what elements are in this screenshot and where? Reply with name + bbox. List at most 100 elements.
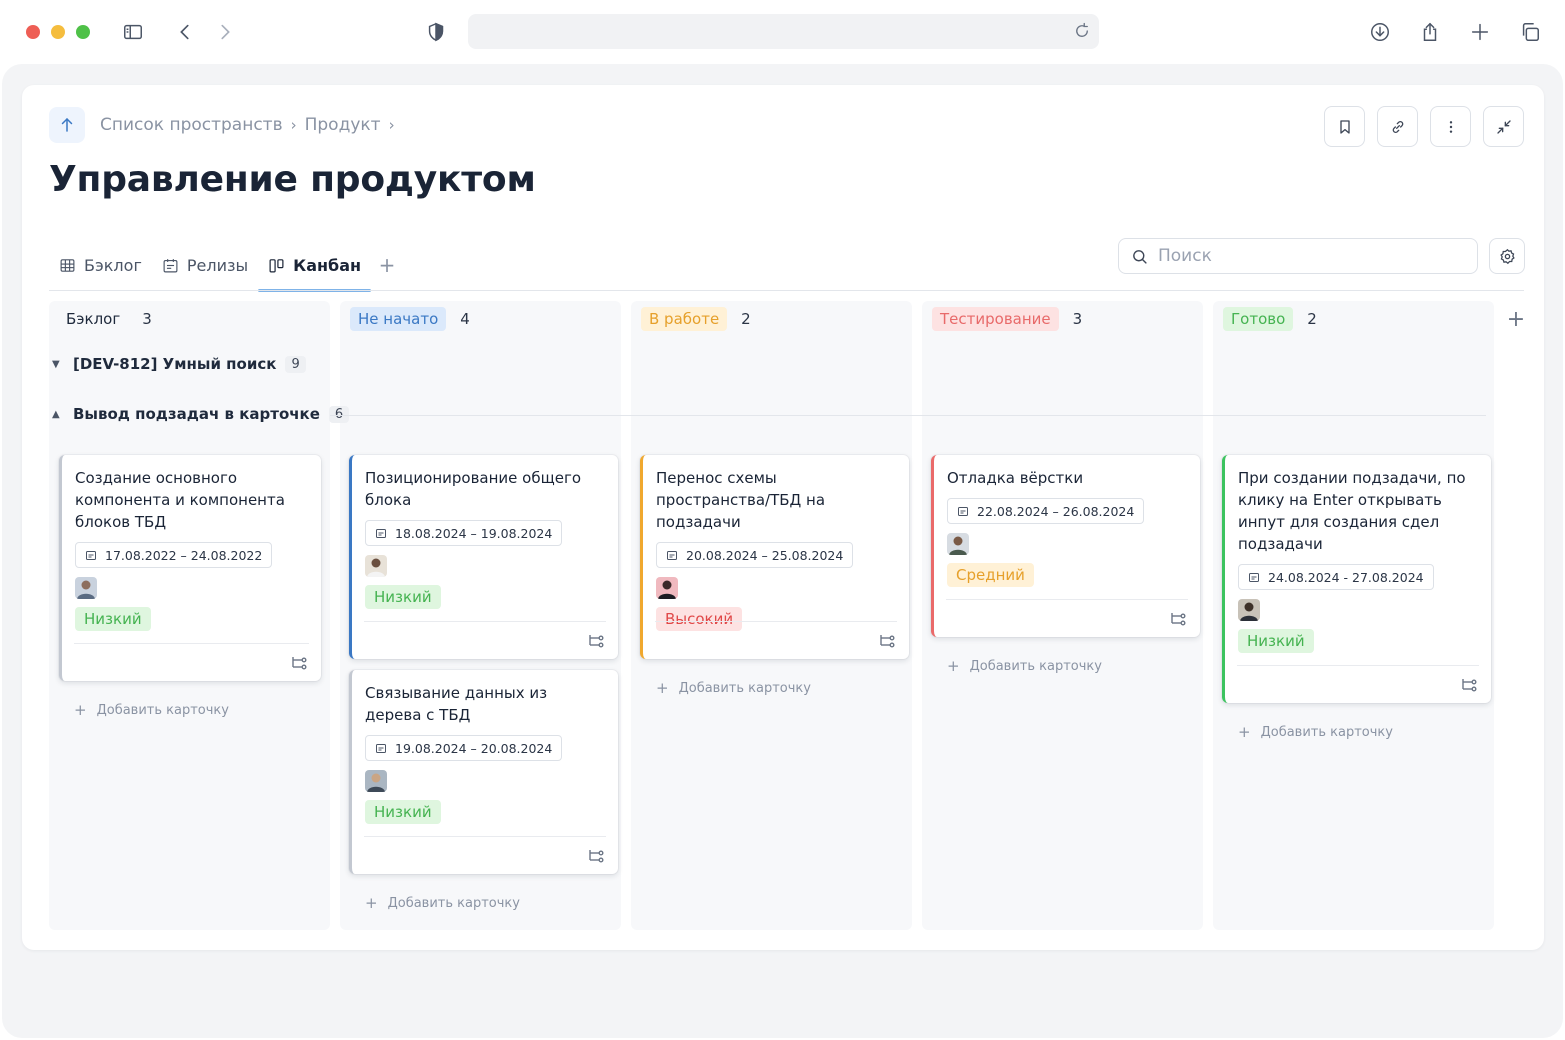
column-count: 2 [1307, 310, 1317, 328]
avatar[interactable] [656, 577, 678, 599]
share-icon[interactable] [1416, 18, 1444, 46]
swimlane-header-subtasks[interactable]: ▲ Вывод подзадач в карточке 6 [52, 405, 350, 423]
add-card-button[interactable]: + Добавить карточку [74, 701, 229, 719]
task-card[interactable]: Отладка вёрстки 22.08.2024 – 26.08.2024 … [931, 455, 1200, 637]
add-tab-button[interactable]: + [371, 239, 403, 291]
priority-badge: Низкий [365, 585, 441, 609]
calendar-icon [163, 258, 178, 272]
maximize-window-button[interactable] [76, 25, 90, 39]
subtasks-icon[interactable] [588, 634, 604, 648]
close-window-button[interactable] [26, 25, 40, 39]
plus-icon: + [74, 701, 87, 719]
forward-arrow-icon[interactable] [211, 18, 239, 46]
chevron-right-icon: › [388, 116, 395, 134]
date-range[interactable]: 22.08.2024 – 26.08.2024 [947, 498, 1145, 524]
date-range[interactable]: 19.08.2024 – 20.08.2024 [365, 735, 563, 761]
back-arrow-icon[interactable] [171, 18, 199, 46]
date-range-text: 19.08.2024 – 20.08.2024 [395, 740, 553, 756]
more-options-button[interactable] [1430, 106, 1471, 147]
priority-badge: Низкий [1238, 629, 1314, 653]
avatar[interactable] [365, 555, 387, 577]
task-card[interactable]: Связывание данных из дерева с ТБД 19.08.… [349, 670, 618, 874]
column-header-backlog[interactable]: Бэклог 3 [49, 301, 330, 337]
new-tab-icon[interactable] [1466, 18, 1494, 46]
table-icon [60, 258, 75, 272]
task-card[interactable]: Создание основного компонента и компонен… [59, 455, 321, 681]
plus-icon: + [947, 657, 960, 675]
kanban-icon [269, 258, 284, 272]
reload-icon[interactable] [1073, 22, 1091, 40]
copy-link-button[interactable] [1377, 106, 1418, 147]
avatar[interactable] [1238, 599, 1260, 621]
card-footer [1237, 665, 1479, 703]
download-icon[interactable] [1366, 18, 1394, 46]
sidebar-toggle-icon[interactable] [119, 18, 147, 46]
avatar[interactable] [365, 770, 387, 792]
add-column-button[interactable]: + [1504, 307, 1528, 332]
plus-icon: + [1238, 723, 1251, 741]
date-range-text: 18.08.2024 – 19.08.2024 [395, 525, 553, 541]
add-card-button[interactable]: + Добавить карточку [1238, 723, 1393, 741]
status-badge: Готово [1223, 307, 1294, 331]
up-arrow-button[interactable] [49, 107, 85, 143]
caret-up-icon: ▲ [52, 408, 60, 420]
board-settings-button[interactable] [1489, 238, 1525, 274]
add-card-button[interactable]: + Добавить карточку [365, 894, 520, 912]
column-header-testing[interactable]: Тестирование 3 [922, 301, 1203, 337]
search-box[interactable] [1118, 238, 1478, 274]
date-range-text: 22.08.2024 – 26.08.2024 [977, 503, 1135, 519]
swimlane-count: 6 [328, 405, 350, 423]
swimlane-divider [330, 415, 1486, 416]
status-badge: Тестирование [932, 307, 1059, 331]
card-title: Создание основного компонента и компонен… [75, 469, 285, 531]
swimlane-count: 9 [285, 355, 306, 373]
calendar-icon [958, 507, 968, 516]
search-input[interactable] [1158, 246, 1458, 266]
add-card-label: Добавить карточку [678, 680, 811, 696]
status-badge: Не начато [350, 307, 447, 331]
browser-toolbar [0, 0, 1565, 64]
card-footer [655, 621, 897, 659]
bookmark-button[interactable] [1324, 106, 1365, 147]
tabs-divider [49, 290, 1524, 291]
tab-kanban[interactable]: Канбан [258, 239, 372, 292]
subtasks-icon[interactable] [291, 656, 307, 670]
plus-icon: + [365, 894, 378, 912]
caret-down-icon: ▼ [52, 358, 60, 370]
subtasks-icon[interactable] [588, 849, 604, 863]
link-icon [1392, 120, 1403, 133]
task-card[interactable]: Перенос схемы пространства/ТБД на подзад… [640, 455, 909, 659]
add-card-button[interactable]: + Добавить карточку [947, 657, 1102, 675]
subtasks-icon[interactable] [1170, 612, 1186, 626]
add-card-label: Добавить карточку [96, 702, 229, 718]
avatar[interactable] [947, 533, 969, 555]
column-header-done[interactable]: Готово 2 [1213, 301, 1494, 337]
swimlane-header-smart-search[interactable]: ▼ [DEV-812] Умный поиск 9 [52, 355, 306, 373]
minimize-window-button[interactable] [51, 25, 65, 39]
subtasks-icon[interactable] [879, 634, 895, 648]
shield-icon[interactable] [422, 18, 450, 46]
swimlane-title: Вывод подзадач в карточке [73, 405, 320, 423]
column-header-in-progress[interactable]: В работе 2 [631, 301, 912, 337]
column-header-not-started[interactable]: Не начато 4 [340, 301, 621, 337]
address-bar[interactable] [468, 14, 1099, 49]
collapse-view-button[interactable] [1483, 106, 1524, 147]
task-card[interactable]: При создании подзадачи, по клику на Ente… [1222, 455, 1491, 703]
task-card[interactable]: Позиционирование общего блока 18.08.2024… [349, 455, 618, 659]
date-range[interactable]: 17.08.2022 – 24.08.2022 [75, 542, 273, 568]
avatar[interactable] [75, 577, 97, 599]
more-vertical-icon [1449, 120, 1452, 133]
breadcrumb-item-product[interactable]: Продукт [305, 115, 381, 135]
date-range[interactable]: 18.08.2024 – 19.08.2024 [365, 520, 563, 546]
chevron-right-icon: › [290, 116, 297, 134]
tab-overview-icon[interactable] [1516, 18, 1544, 46]
add-card-label: Добавить карточку [969, 658, 1102, 674]
subtasks-icon[interactable] [1461, 678, 1477, 692]
card-title: Перенос схемы пространства/ТБД на подзад… [656, 469, 826, 531]
breadcrumb-item-spaces[interactable]: Список пространств [100, 115, 283, 135]
date-range[interactable]: 20.08.2024 – 25.08.2024 [656, 542, 854, 568]
add-card-button[interactable]: + Добавить карточку [656, 679, 811, 697]
date-range[interactable]: 24.08.2024 - 27.08.2024 [1238, 564, 1434, 590]
tab-releases[interactable]: Релизы [152, 239, 258, 291]
tab-backlog[interactable]: Бэклог [49, 239, 152, 291]
